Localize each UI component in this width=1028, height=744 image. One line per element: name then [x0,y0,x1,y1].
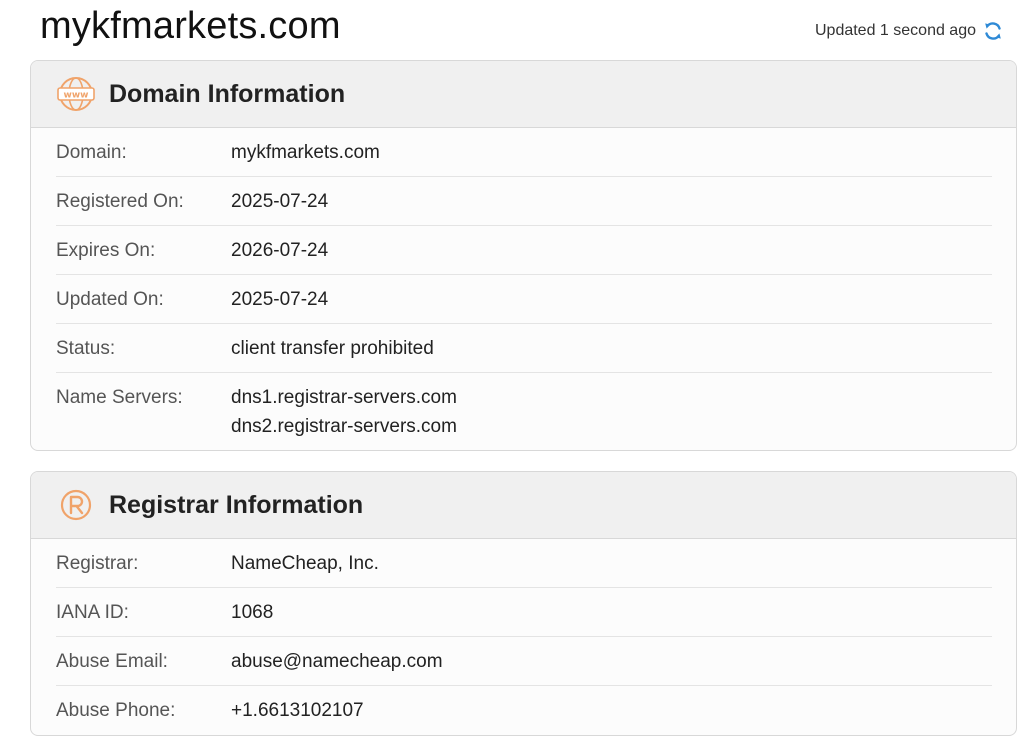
registrar-value: NameCheap, Inc. [231,553,379,574]
registered-on-value: 2025-07-24 [231,191,329,212]
abuse-email-row: Abuse Email: abuse@namecheap.com [56,637,992,686]
refresh-icon[interactable] [982,20,1004,42]
domain-label: Domain: [56,142,127,163]
page: mykfmarkets.com Updated 1 second ago www… [0,0,1028,744]
name-server-1: dns1.registrar-servers.com [231,387,457,408]
domain-value: mykfmarkets.com [231,142,380,163]
iana-id-value: 1068 [231,602,274,623]
domain-row: Domain: mykfmarkets.com [56,128,992,177]
updated-on-row: Updated On: 2025-07-24 [56,275,992,324]
abuse-phone-value: +1.6613102107 [231,700,364,721]
abuse-phone-row: Abuse Phone: +1.6613102107 [56,686,992,734]
svg-text:www: www [64,91,89,101]
registered-on-label: Registered On: [56,191,184,212]
page-header: mykfmarkets.com Updated 1 second ago [0,0,1028,56]
registered-trademark-icon [57,486,95,524]
name-servers-row: Name Servers: dns1.registrar-servers.com… [56,373,992,450]
registered-on-row: Registered On: 2025-07-24 [56,177,992,226]
status-value: client transfer prohibited [231,338,434,359]
domain-information-header: www Domain Information [31,61,1016,128]
expires-on-value: 2026-07-24 [231,240,329,261]
domain-information-rows: Domain: mykfmarkets.com Registered On: 2… [31,128,1016,450]
registrar-information-title: Registrar Information [109,490,364,519]
domain-information-title: Domain Information [109,79,346,108]
registrar-information-header: Registrar Information [31,472,1016,539]
registrar-information-rows: Registrar: NameCheap, Inc. IANA ID: 1068… [31,539,1016,734]
name-server-2: dns2.registrar-servers.com [231,416,457,437]
name-servers-value: dns1.registrar-servers.com dns2.registra… [231,383,457,441]
site-title: mykfmarkets.com [40,5,341,47]
abuse-email-label: Abuse Email: [56,651,168,672]
domain-information-card: www Domain Information Domain: mykfmarke… [30,60,1017,451]
name-servers-label: Name Servers: [56,387,183,408]
iana-id-label: IANA ID: [56,602,129,623]
updated-text: Updated 1 second ago [814,22,976,39]
status-label: Status: [56,338,116,359]
status-row: Status: client transfer prohibited [56,324,992,373]
updated-status: Updated 1 second ago [815,20,1004,42]
updated-on-label: Updated On: [56,289,164,310]
registrar-information-card: Registrar Information Registrar: NameChe… [30,471,1017,736]
expires-on-row: Expires On: 2026-07-24 [56,226,992,275]
expires-on-label: Expires On: [56,240,156,261]
updated-on-value: 2025-07-24 [231,289,329,310]
abuse-email-value: abuse@namecheap.com [231,651,443,672]
abuse-phone-label: Abuse Phone: [56,700,176,721]
registrar-row: Registrar: NameCheap, Inc. [56,539,992,588]
iana-id-row: IANA ID: 1068 [56,588,992,637]
www-globe-icon: www [57,75,95,113]
registrar-label: Registrar: [56,553,139,574]
